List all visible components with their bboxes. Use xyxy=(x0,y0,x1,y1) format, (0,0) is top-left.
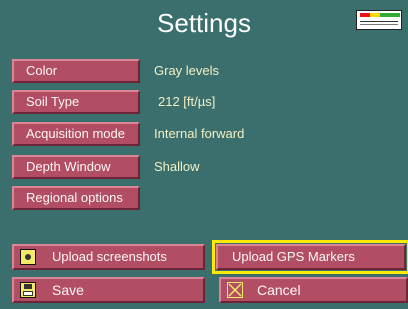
soil-type-value: 212 [ft/µs] xyxy=(158,94,216,109)
battery-level-red xyxy=(360,13,370,17)
depth-window-button[interactable]: Depth Window xyxy=(12,155,140,179)
close-box-icon xyxy=(227,282,243,298)
color-value: Gray levels xyxy=(154,63,220,78)
save-label: Save xyxy=(52,282,84,298)
acquisition-mode-button[interactable]: Acquisition mode xyxy=(12,122,140,146)
cancel-button[interactable]: Cancel xyxy=(219,277,408,303)
acquisition-mode-value: Internal forward xyxy=(154,126,245,141)
regional-options-button[interactable]: Regional options xyxy=(12,186,140,210)
floppy-disk-icon xyxy=(20,282,36,298)
camera-icon xyxy=(20,249,36,265)
depth-window-value: Shallow xyxy=(154,159,200,174)
battery-level-green xyxy=(380,13,400,17)
page-title: Settings xyxy=(157,8,251,38)
battery-scale-line xyxy=(360,21,398,22)
soil-type-button[interactable]: Soil Type xyxy=(12,90,140,114)
upload-screenshots-label: Upload screenshots xyxy=(52,249,167,264)
color-button[interactable]: Color xyxy=(12,59,140,83)
upload-gps-markers-button[interactable]: Upload GPS Markers xyxy=(212,240,408,274)
save-button[interactable]: Save xyxy=(12,277,205,303)
upload-screenshots-button[interactable]: Upload screenshots xyxy=(12,244,205,270)
cancel-label: Cancel xyxy=(257,282,301,298)
battery-level-yellow xyxy=(370,13,380,17)
battery-scale-line xyxy=(360,24,398,25)
upload-gps-markers-label: Upload GPS Markers xyxy=(232,249,355,264)
battery-icon xyxy=(356,10,402,30)
